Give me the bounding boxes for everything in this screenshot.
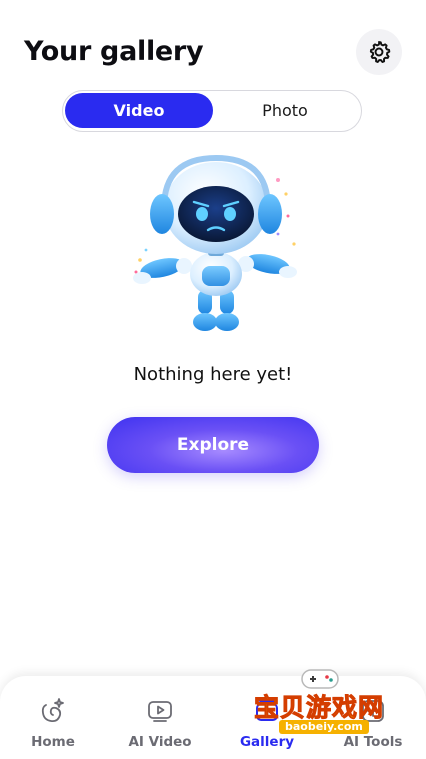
nav-label-gallery: Gallery xyxy=(239,734,295,750)
gallery-icon xyxy=(252,696,282,726)
nav-label-ai-tools: AI Tools xyxy=(343,734,403,750)
nav-item-ai-tools[interactable]: AI Tools xyxy=(328,696,418,752)
page-title: Your gallery xyxy=(24,36,204,67)
nav-item-gallery[interactable]: Gallery xyxy=(222,696,312,752)
video-play-icon xyxy=(145,696,175,726)
gallery-screen: Your gallery Video Photo Nothing here ye… xyxy=(0,0,426,759)
media-type-toggle: Video Photo xyxy=(62,90,362,132)
explore-button[interactable]: Explore xyxy=(107,417,319,473)
tools-icon xyxy=(358,696,388,726)
nav-label-ai-video: AI Video xyxy=(128,734,192,750)
nav-label-home: Home xyxy=(31,734,75,750)
robot-shrug-illustration xyxy=(133,154,297,331)
nav-item-ai-video[interactable]: AI Video xyxy=(115,696,205,752)
settings-button[interactable] xyxy=(356,29,402,75)
sparkle-shape-icon xyxy=(38,696,68,726)
bottom-navigation: Home AI Video Gallery AI Tools xyxy=(0,676,426,759)
gear-icon xyxy=(369,41,391,63)
nav-item-home[interactable]: Home xyxy=(8,696,98,752)
video-tab[interactable]: Video xyxy=(65,93,213,128)
photo-tab[interactable]: Photo xyxy=(211,93,359,128)
empty-state-message: Nothing here yet! xyxy=(133,364,293,385)
